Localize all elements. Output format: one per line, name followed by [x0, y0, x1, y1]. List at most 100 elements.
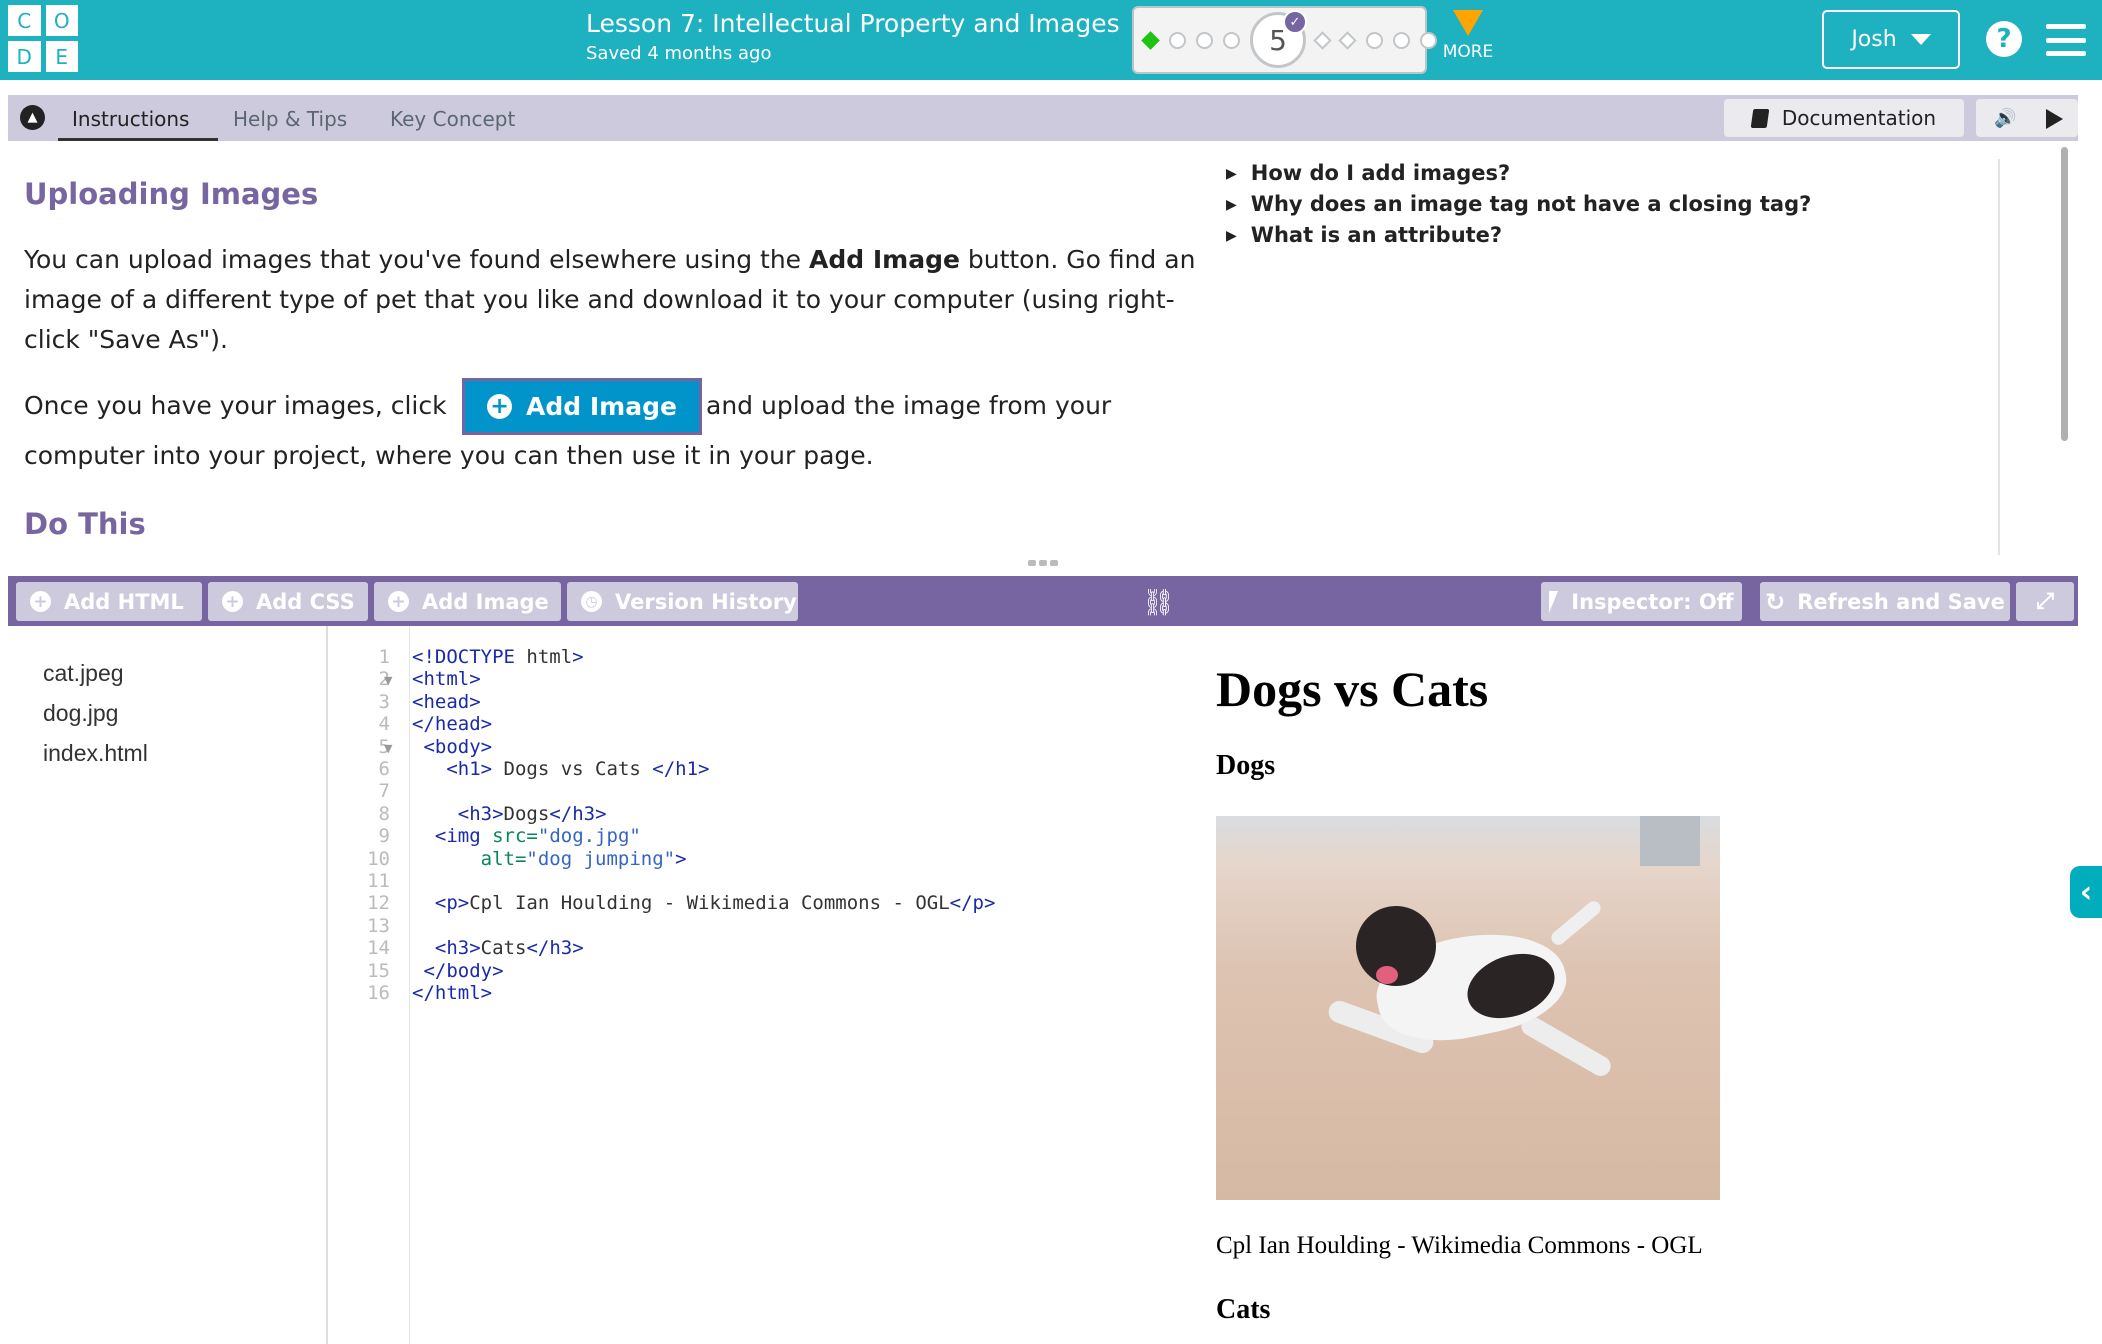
plus-circle-icon: +	[487, 394, 513, 419]
code-line[interactable]: <html>	[412, 668, 481, 690]
file-list-panel: cat.jpeg dog.jpg index.html	[8, 626, 328, 1344]
instructions-paragraph: You can upload images that you've found …	[24, 245, 1196, 354]
lesson-title[interactable]: Lesson 7: Intellectual Property and Imag…	[586, 9, 1120, 38]
fold-arrow-icon[interactable]: ▼	[384, 742, 392, 755]
faq-what-is-attribute[interactable]: What is an attribute?	[1226, 221, 1811, 252]
code-org-logo[interactable]: C O D E	[8, 5, 78, 72]
preview-heading: Dogs vs Cats	[1216, 661, 1489, 717]
faq-how-add-images[interactable]: How do I add images?	[1226, 159, 1811, 190]
add-image-bold-text: Add Image	[809, 245, 960, 274]
preview-pane: Dogs vs Cats Dogs Cpl Ian Houlding - Wik…	[1180, 626, 2078, 1344]
fold-arrow-icon[interactable]: ▼	[384, 674, 392, 687]
dog-jumping-image	[1216, 816, 1720, 1200]
instructions-paragraph-2-line2: computer into your project, where you ca…	[24, 441, 874, 470]
code-line[interactable]: alt="dog jumping">	[412, 848, 687, 870]
inspector-toggle-button[interactable]: Inspector: Off	[1541, 582, 1742, 621]
instructions-paragraph-2-cont: and upload the image from your	[706, 391, 1112, 420]
user-name: Josh	[1851, 27, 1897, 52]
inline-add-image-label: Add Image	[526, 392, 677, 421]
progress-level-bubble[interactable]	[1366, 31, 1383, 49]
instructions-panel: Uploading Images You can upload images t…	[8, 141, 2078, 555]
line-number: 1	[378, 646, 390, 668]
line-number: 13	[367, 914, 390, 937]
lesson-progress-bar: 5 ✓	[1132, 6, 1437, 74]
progress-current-level[interactable]: 5 ✓	[1250, 10, 1307, 68]
triangle-down-icon	[1453, 10, 1483, 36]
tab-help-tips[interactable]: Help & Tips	[233, 107, 347, 131]
progress-level-complete-icon[interactable]	[1141, 30, 1160, 50]
instructions-tab-bar: ▲ Instructions Help & Tips Key Concept D…	[8, 95, 2078, 141]
add-css-button[interactable]: + Add CSS	[208, 582, 368, 621]
code-line[interactable]: <head>	[412, 691, 481, 713]
progress-level-bubble[interactable]	[1393, 31, 1410, 49]
add-html-label: Add HTML	[64, 589, 184, 614]
file-item-index-html[interactable]: index.html	[43, 740, 148, 767]
code-line[interactable]: <p>Cpl Ian Houlding - Wikimedia Commons …	[412, 892, 996, 914]
add-image-label: Add Image	[422, 589, 549, 614]
documentation-label: Documentation	[1781, 106, 1937, 130]
collapse-side-panel-icon[interactable]: ‹	[2070, 866, 2102, 918]
add-image-button[interactable]: + Add Image	[374, 582, 561, 621]
code-line[interactable]: <img src="dog.jpg"	[412, 825, 641, 847]
hamburger-menu-icon[interactable]	[2046, 24, 2086, 56]
preview-image-caption: Cpl Ian Houlding - Wikimedia Commons - O…	[1216, 1232, 1703, 1259]
progress-assessment-diamond[interactable]	[1338, 30, 1357, 50]
code-line[interactable]: <h1> Dogs vs Cats </h1>	[412, 758, 709, 780]
line-number: 15	[367, 959, 390, 982]
link-icon[interactable]: ⛓	[1142, 588, 1175, 618]
add-html-button[interactable]: + Add HTML	[16, 582, 202, 621]
line-number-gutter: 1 2 ▼ 3 4 5 ▼ 6 7 8 9 10 11 12 13 14 15 16	[328, 626, 410, 1344]
line-number: 16	[367, 982, 390, 1004]
code-line[interactable]: </head>	[412, 713, 492, 735]
clock-icon: ◷	[581, 591, 602, 612]
version-history-button[interactable]: ◷ Version History	[567, 582, 798, 621]
collapse-instructions-icon[interactable]: ▲	[20, 105, 45, 130]
caret-down-icon	[1910, 34, 1931, 45]
instructions-heading: Uploading Images	[24, 177, 319, 211]
inspector-label: Inspector: Off	[1571, 589, 1734, 614]
code-line[interactable]: <h3>Cats</h3>	[412, 937, 584, 959]
progress-assessment-diamond[interactable]	[1313, 30, 1332, 50]
line-number: 8	[378, 802, 390, 825]
help-icon[interactable]: ?	[1986, 21, 2022, 57]
progress-level-bubble[interactable]	[1223, 31, 1240, 49]
speaker-icon[interactable]: 🔊	[1994, 108, 2016, 129]
refresh-save-button[interactable]: ↻ Refresh and Save	[1760, 582, 2010, 621]
logo-letter: D	[8, 41, 41, 72]
file-item-dog-jpg[interactable]: dog.jpg	[43, 700, 118, 727]
preview-subheading-dogs: Dogs	[1216, 750, 1276, 781]
tab-instructions[interactable]: Instructions	[72, 107, 189, 131]
progress-level-bubble[interactable]	[1169, 31, 1186, 49]
code-editor[interactable]: 1 2 ▼ 3 4 5 ▼ 6 7 8 9 10 11 12 13 14 15 16 <!DOCTYPE html…	[328, 626, 1180, 1344]
panel-resize-handle[interactable]	[1028, 560, 1058, 566]
expand-icon: ⤢	[2036, 589, 2054, 614]
code-line[interactable]: </body>	[412, 960, 503, 982]
scrollbar-thumb[interactable]	[2061, 147, 2068, 441]
instructions-scrollbar[interactable]	[2056, 147, 2070, 447]
progress-level-bubble[interactable]	[1420, 31, 1437, 49]
user-menu-button[interactable]: Josh	[1822, 10, 1960, 69]
logo-letter: C	[8, 5, 41, 36]
saved-status: Saved 4 months ago	[586, 43, 772, 64]
tab-key-concept[interactable]: Key Concept	[390, 107, 515, 131]
faq-image-closing-tag[interactable]: Why does an image tag not have a closing…	[1226, 190, 1812, 221]
line-number: 14	[367, 937, 390, 960]
top-header: C O D E Lesson 7: Intellectual Property …	[0, 0, 2102, 80]
more-button[interactable]: MORE	[1438, 10, 1498, 62]
check-icon: ✓	[1283, 10, 1307, 34]
documentation-button[interactable]: Documentation	[1724, 99, 1964, 137]
more-label: MORE	[1442, 42, 1494, 62]
version-history-label: Version History	[615, 589, 797, 614]
play-icon[interactable]	[2046, 109, 2063, 129]
logo-letter: E	[45, 41, 78, 72]
add-css-label: Add CSS	[256, 589, 355, 614]
code-line[interactable]: <body>	[412, 736, 492, 758]
line-number: 7	[378, 780, 390, 803]
file-item-cat-jpeg[interactable]: cat.jpeg	[43, 660, 124, 687]
code-line[interactable]: </html>	[412, 982, 492, 1004]
progress-level-bubble[interactable]	[1196, 31, 1213, 49]
plus-circle-icon: +	[388, 591, 409, 612]
code-line[interactable]: <!DOCTYPE html>	[412, 646, 584, 668]
fullscreen-button[interactable]: ⤢	[2016, 582, 2074, 621]
code-line[interactable]: <h3>Dogs</h3>	[412, 803, 607, 825]
